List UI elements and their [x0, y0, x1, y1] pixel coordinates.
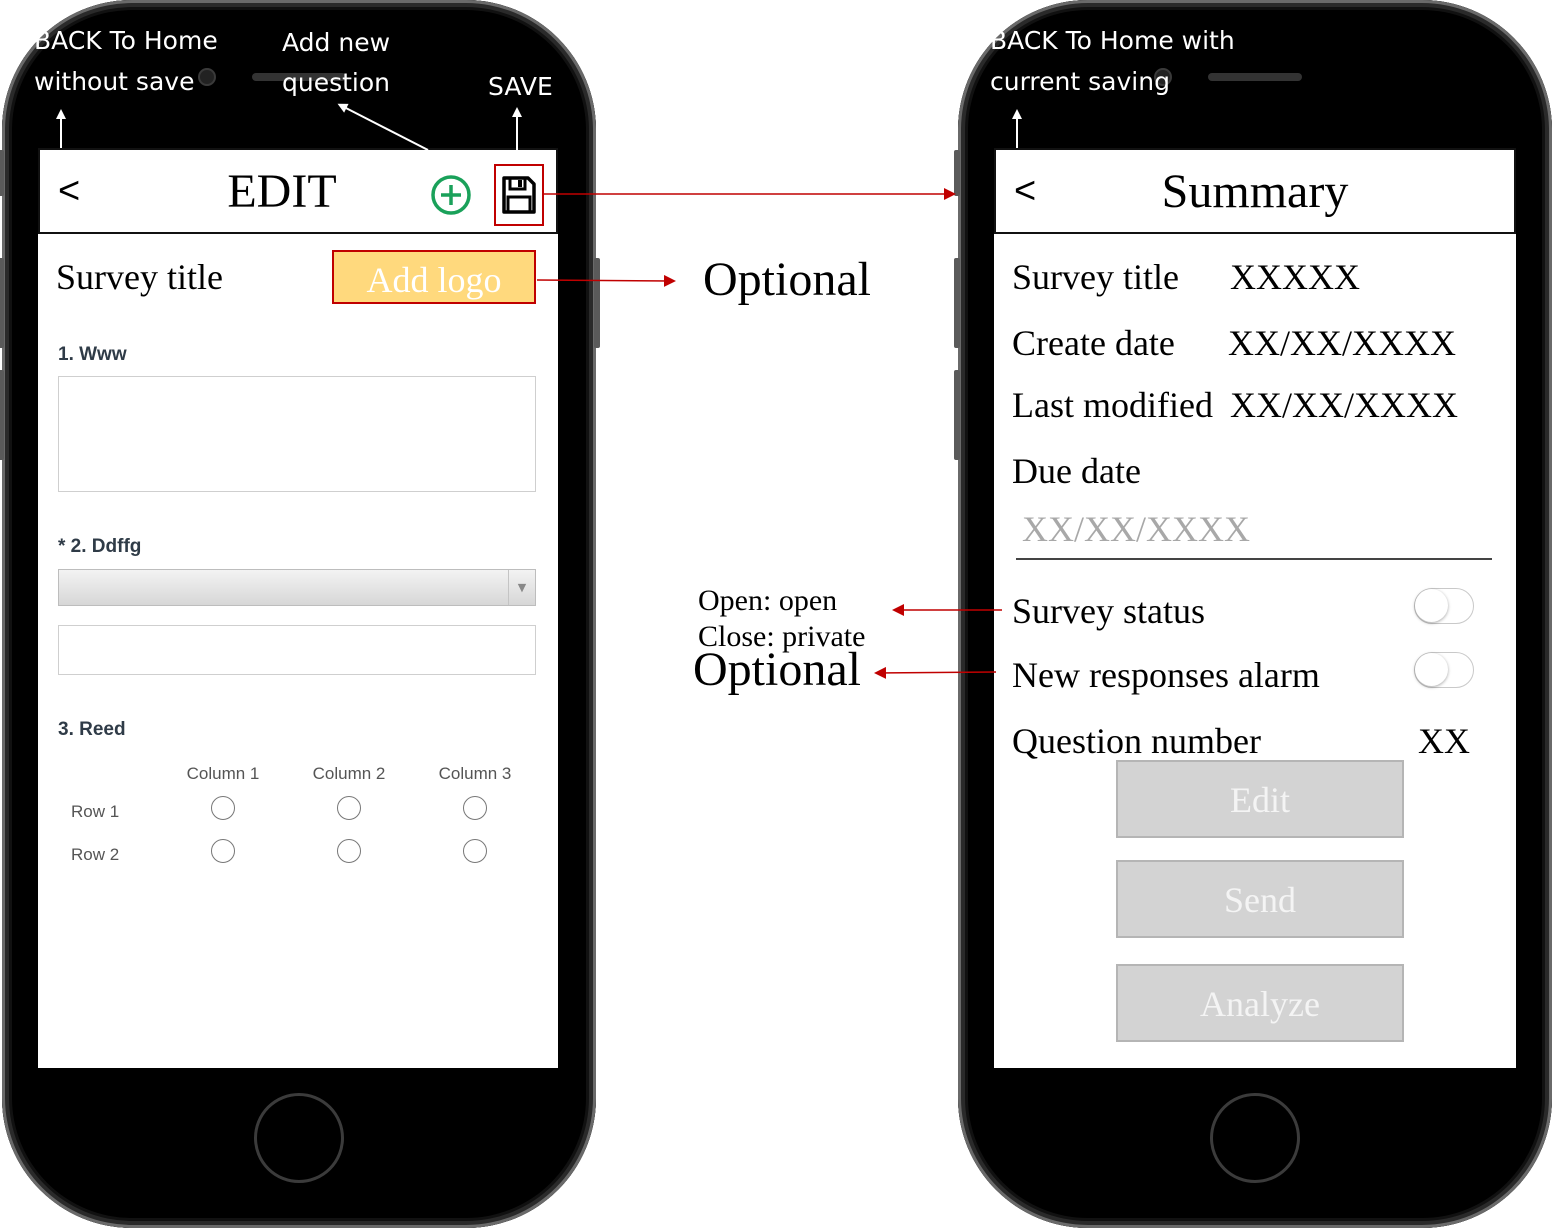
arrow-logo-optional — [536, 274, 676, 287]
arrow-alarm-optional — [874, 666, 997, 679]
annotation-arrows — [56, 103, 1022, 679]
arrow-add-question — [337, 103, 429, 151]
